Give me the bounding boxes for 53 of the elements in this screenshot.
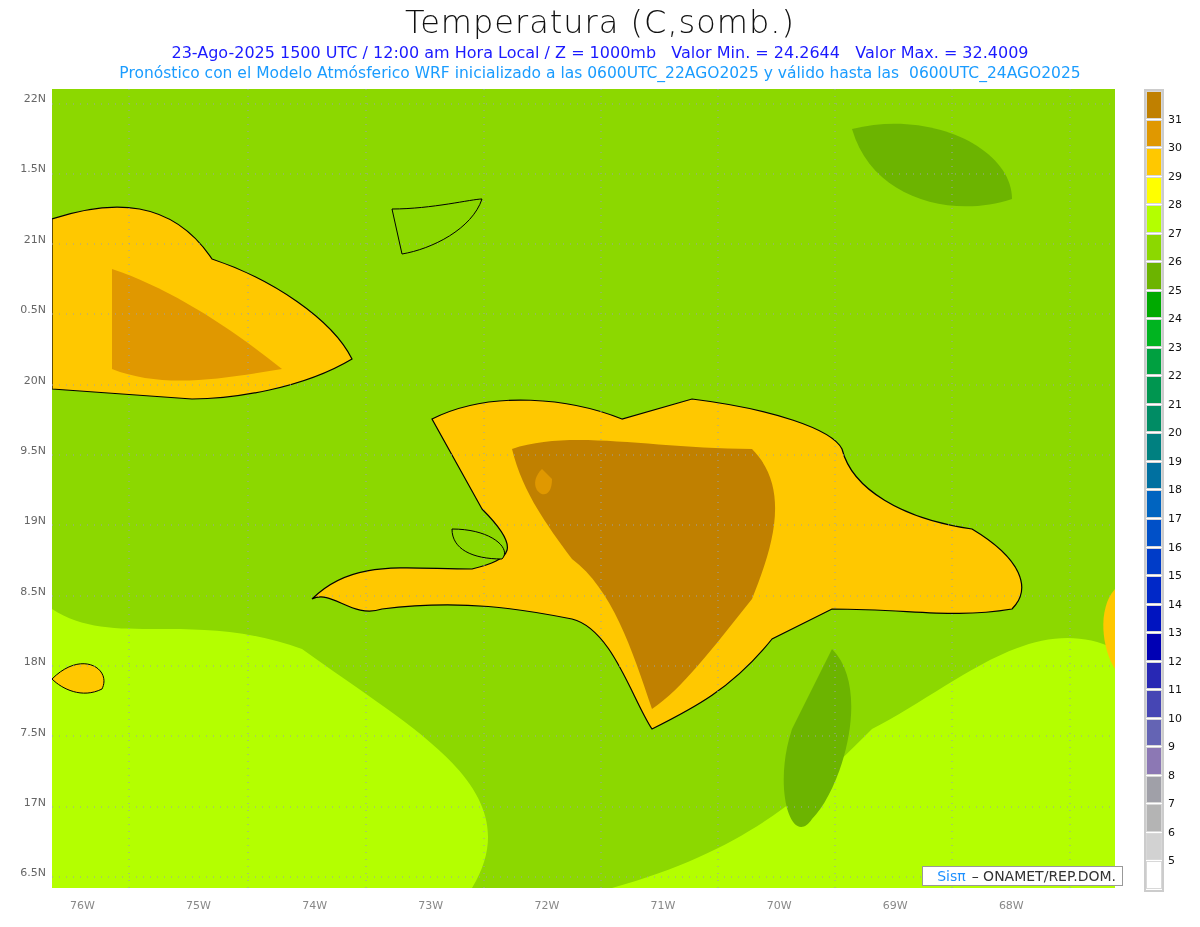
colorbar-label: 27: [1168, 226, 1182, 241]
colorbar-label: 13: [1168, 626, 1182, 641]
longitude-label: 69W: [882, 899, 908, 912]
colorbar-label: 30: [1168, 141, 1182, 156]
chart-subtitle: Pronóstico con el Modelo Atmósferico WRF inicializado a las 0600UTC_22AGO2025 y válido hasta las 0600UTC_24AGO2025: [118, 63, 1082, 84]
latitude-label: 7.5N: [20, 726, 47, 739]
latitude-label: 18N: [23, 656, 47, 669]
colorbar-label: 20: [1168, 426, 1182, 441]
colorbar-label: 12: [1168, 654, 1182, 669]
colorbar-label: 29: [1168, 169, 1182, 184]
colorbar-label: 8: [1168, 768, 1175, 783]
colorbar-label: 11: [1168, 683, 1182, 698]
colorbar-label: 9: [1168, 740, 1175, 755]
latitude-label: 1.5N: [20, 163, 47, 176]
colorbar-label: 18: [1168, 483, 1182, 498]
latitude-label: 6.5N: [20, 867, 47, 880]
colorbar-label: 10: [1168, 711, 1182, 726]
longitude-label: 73W: [418, 899, 444, 912]
latitude-label: 20N: [23, 374, 47, 387]
latitude-label: 21N: [23, 233, 47, 246]
colorbar-label: 15: [1168, 569, 1182, 584]
colorbar-label: 6: [1168, 825, 1175, 840]
credit-text: – ONAMET/REP.DOM.: [971, 868, 1116, 884]
colorbar-label: 19: [1168, 454, 1182, 469]
latitude-label: 9.5N: [20, 444, 47, 457]
colorbar-label: 22: [1168, 369, 1182, 384]
longitude-label: 71W: [650, 899, 676, 912]
latitude-label: 22N: [23, 93, 47, 105]
colorbar-label: 17: [1168, 511, 1182, 526]
chart-title: Temperatura (C,somb.): [404, 2, 796, 42]
logo-text: Sisπ: [937, 868, 966, 884]
longitude-label: 70W: [766, 899, 792, 912]
colorbar-label: 26: [1168, 255, 1182, 270]
colorbar-label: 21: [1168, 397, 1182, 412]
longitude-label: 75W: [186, 899, 211, 912]
colorbar-label: 23: [1168, 340, 1182, 355]
latitude-label: 8.5N: [20, 585, 47, 598]
latitude-label: 0.5N: [20, 304, 47, 317]
colorbar-label: 5: [1168, 854, 1175, 869]
colorbar-label: 28: [1168, 198, 1182, 213]
latitude-label: 19N: [23, 515, 47, 528]
longitude-label: 74W: [302, 899, 328, 912]
colorbar-label: 16: [1168, 540, 1182, 555]
longitude-label: 72W: [534, 899, 560, 912]
chart-subtitle: 23-Ago-2025 1500 UTC / 12:00 am Hora Local / Z = 1000mb Valor Min. = 24.2644 Valor Max. = 32.4009: [170, 42, 1030, 63]
latitude-label: 17N: [23, 796, 47, 809]
colorbar-label: 7: [1168, 797, 1175, 812]
longitude-label: 68W: [998, 899, 1024, 912]
colorbar-label: 31: [1168, 112, 1182, 127]
colorbar-label: 14: [1168, 597, 1182, 612]
longitude-label: 76W: [70, 899, 95, 912]
colorbar-label: 24: [1168, 312, 1182, 327]
colorbar-label: 25: [1168, 283, 1182, 298]
